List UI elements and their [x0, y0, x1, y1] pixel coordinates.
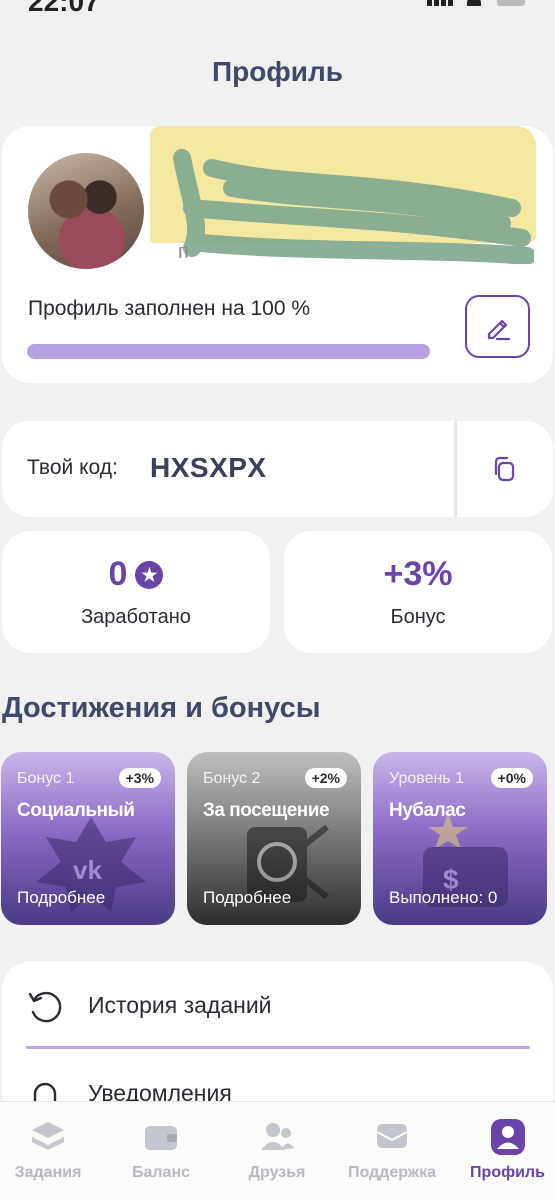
status-time: 22:07 — [28, 0, 100, 17]
redaction-scribble — [173, 149, 534, 264]
achievement-percent-badge: +0% — [490, 768, 533, 788]
referral-code-label: Твой код: — [27, 456, 118, 479]
profile-icon — [490, 1119, 525, 1155]
achievement-more-link[interactable]: Подробнее — [17, 888, 105, 908]
profile-progress-bar — [27, 344, 430, 359]
achievement-progress-text: Выполнено: 0 — [389, 888, 498, 907]
earned-value-row: 0 ★ — [2, 555, 270, 594]
tab-label: Задания — [14, 1164, 82, 1181]
bonus-label: Бонус — [390, 606, 446, 628]
edit-profile-button[interactable] — [465, 295, 530, 358]
copy-code-button[interactable] — [472, 443, 536, 495]
tab-label: Друзья — [248, 1164, 306, 1181]
achievement-percent-badge: +2% — [304, 768, 347, 788]
tab-balance[interactable]: Баланс — [111, 1102, 211, 1200]
earned-card[interactable]: 0 ★ Заработано — [2, 531, 270, 653]
copy-icon — [494, 456, 515, 482]
achievement-title: Социальный — [17, 800, 135, 821]
achievement-title: Нубалас — [389, 800, 466, 821]
menu-item-label: История заданий — [88, 992, 272, 1018]
page-title: Профиль — [211, 56, 344, 87]
friends-icon — [261, 1123, 294, 1150]
menu-item-task-history[interactable]: История заданий — [2, 964, 553, 1044]
achievement-more-link[interactable]: Подробнее — [203, 888, 291, 908]
tab-tasks[interactable]: Задания — [0, 1102, 96, 1200]
bonus-value: +3% — [383, 555, 453, 593]
achievement-card-visit[interactable]: Бонус 2 +2% За посещение Подробнее — [187, 752, 361, 925]
achievement-card-social[interactable]: vk Бонус 1 +3% Социальный Подробнее — [1, 752, 175, 925]
achievement-caption: Уровень 1 — [389, 770, 464, 787]
achievement-caption: Бонус 2 — [203, 770, 261, 787]
menu-divider — [26, 1046, 530, 1049]
achievement-title: За посещение — [203, 800, 330, 821]
profile-name: п — [178, 241, 189, 263]
avatar[interactable] — [28, 153, 144, 269]
referral-code-card: Твой код: HXSXPX — [2, 421, 553, 517]
tab-support[interactable]: Поддержка — [337, 1102, 447, 1200]
achievement-caption: Бонус 1 — [17, 770, 75, 787]
svg-text:vk: vk — [73, 855, 102, 885]
support-icon — [376, 1124, 408, 1148]
earned-label: Заработано — [81, 606, 191, 628]
tab-friends[interactable]: Друзья — [227, 1102, 327, 1200]
achievement-percent-badge: +3% — [118, 768, 161, 788]
tasks-icon — [32, 1122, 64, 1150]
signal-battery-icons — [427, 0, 527, 6]
achievements-title: Достижения и бонусы — [2, 692, 321, 724]
history-icon — [28, 991, 62, 1023]
divider — [454, 421, 457, 517]
tab-label: Профиль — [470, 1164, 545, 1181]
tab-label: Баланс — [131, 1164, 191, 1181]
profile-card: п Профиль заполнен на 100 % — [2, 126, 553, 383]
bonus-card[interactable]: +3% Бонус — [284, 531, 552, 653]
status-bar: 22:07 — [0, 0, 555, 20]
profile-progress-fill — [27, 344, 430, 359]
bottom-tab-bar: Задания Баланс Друзья Поддержка Профиль — [0, 1101, 555, 1200]
earned-value: 0 — [108, 555, 128, 593]
referral-code-value: HXSXPX — [150, 452, 267, 483]
star-icon: ★ — [135, 560, 164, 589]
achievement-card-level[interactable]: $ Уровень 1 +0% Нубалас Выполнено: 0 — [373, 752, 547, 925]
tab-profile[interactable]: Профиль — [460, 1102, 555, 1200]
tab-label: Поддержка — [347, 1164, 437, 1181]
profile-fill-label: Профиль заполнен на 100 % — [28, 297, 311, 320]
pencil-icon — [487, 319, 510, 340]
wallet-icon — [145, 1126, 177, 1150]
